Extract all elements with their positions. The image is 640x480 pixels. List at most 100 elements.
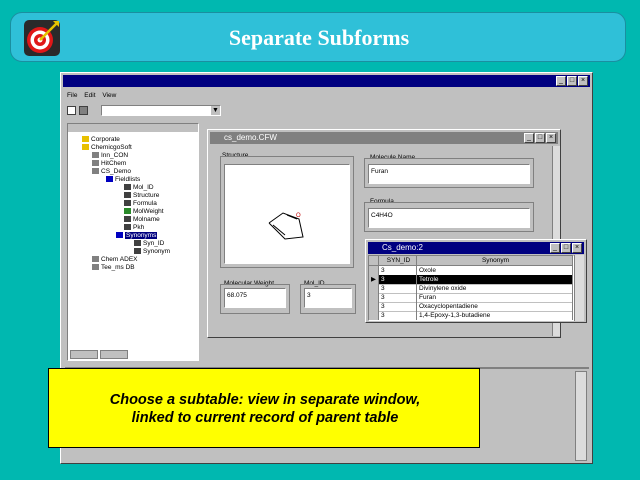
tree-item-molweight[interactable]: MolWeight: [124, 208, 164, 216]
callout-line-2: linked to current record of parent table: [131, 410, 399, 426]
title-banner: Separate Subforms: [10, 12, 626, 62]
tree-item-synonyms[interactable]: Synonyms: [116, 232, 158, 240]
field-icon: [124, 224, 131, 231]
tree-pane: Corporate ChemicgoSoft Inn_CON HitChem C…: [67, 123, 199, 361]
tree-tab-1[interactable]: [70, 350, 98, 359]
cell-syn-id[interactable]: 3: [379, 302, 417, 311]
tree-item-tee-ms-db[interactable]: Tee_ms DB: [92, 264, 135, 272]
field-icon: [134, 248, 141, 255]
callout-box: Choose a subtable: view in separate wind…: [48, 368, 480, 448]
chevron-down-icon[interactable]: ▼: [211, 106, 220, 115]
app-titlebar: _ □ ×: [63, 75, 590, 87]
close-button[interactable]: ×: [578, 76, 588, 86]
structure-field[interactable]: O: [224, 164, 350, 264]
tree-tab-2[interactable]: [100, 350, 128, 359]
cell-synonym[interactable]: Divinylene oxide: [417, 284, 573, 293]
subtable-maximize-button[interactable]: □: [561, 243, 571, 253]
cell-synonym[interactable]: Oxole: [417, 266, 573, 275]
cell-syn-id[interactable]: 3: [379, 275, 417, 284]
field-icon: [124, 216, 131, 223]
tree-item-cs-demo[interactable]: CS_Demo: [92, 168, 131, 176]
tree-item-corporate[interactable]: Corporate: [82, 136, 120, 144]
row-selector[interactable]: [369, 284, 379, 293]
cell-synonym[interactable]: Tetrole: [417, 275, 573, 284]
molweight-field[interactable]: 68.075: [224, 288, 286, 308]
cell-syn-id[interactable]: 3: [379, 293, 417, 302]
form-maximize-button[interactable]: □: [535, 133, 545, 143]
row-selector[interactable]: [369, 302, 379, 311]
tree-item-molname[interactable]: Molname: [124, 216, 160, 224]
table-icon: [106, 176, 113, 183]
field-icon: [124, 192, 131, 199]
row-selector[interactable]: ▶: [369, 275, 379, 284]
folder-icon: [82, 144, 89, 151]
cell-syn-id[interactable]: 3: [379, 311, 417, 320]
tree-item-structure[interactable]: Structure: [124, 192, 159, 200]
cell-synonym[interactable]: 1,4-Epoxy-1,3-butadiene: [417, 311, 573, 320]
tree-item-hitchem[interactable]: HitChem: [92, 160, 126, 168]
subtable-window: Cs_demo:2 _ □ × SYN_ID Synonym 3 Oxole ▶ 3 T…: [365, 239, 587, 323]
form-close-button[interactable]: ×: [546, 133, 556, 143]
cell-synonym[interactable]: Furan: [417, 293, 573, 302]
cell-syn-id[interactable]: 3: [379, 266, 417, 275]
save-icon[interactable]: [79, 106, 88, 115]
menu-view[interactable]: View: [102, 92, 116, 99]
folder-icon: [82, 136, 89, 143]
tree-item-mol-id[interactable]: Mol_ID: [124, 184, 154, 192]
form-dropdown[interactable]: ▼: [101, 105, 221, 116]
col-header-syn-id[interactable]: SYN_ID: [379, 256, 417, 265]
tree-item-syn-id[interactable]: Syn_ID: [134, 240, 164, 248]
callout-text: Choose a subtable: view in separate wind…: [49, 391, 481, 427]
callout-line-1: Choose a subtable: view in separate wind…: [109, 392, 421, 408]
menu-edit[interactable]: Edit: [84, 92, 95, 99]
tree-item-formula[interactable]: Formula: [124, 200, 157, 208]
database-icon: [92, 264, 99, 271]
menu-bar: File Edit View: [67, 91, 116, 101]
form-minimize-button[interactable]: _: [524, 133, 534, 143]
table-row[interactable]: 3 1,4-Epoxy-1,3-butadiene: [369, 311, 573, 320]
slide-title: Separate Subforms: [228, 25, 410, 50]
menu-file[interactable]: File: [67, 92, 77, 99]
col-header-synonym[interactable]: Synonym: [417, 256, 573, 265]
vertical-scrollbar[interactable]: [575, 371, 587, 461]
cell-synonym[interactable]: Oxacyclopentadiene: [417, 302, 573, 311]
row-selector[interactable]: [369, 266, 379, 275]
subtable-scrollbar[interactable]: [574, 255, 584, 321]
database-icon: [92, 256, 99, 263]
svg-text:O: O: [296, 213, 301, 219]
minimize-button[interactable]: _: [556, 76, 566, 86]
tree-item-inn-con[interactable]: Inn_CON: [92, 152, 128, 160]
field-icon: [124, 184, 131, 191]
tree-item-pkh[interactable]: Pkh: [124, 224, 144, 232]
subtable-close-button[interactable]: ×: [572, 243, 582, 253]
toolbar: ▼: [65, 105, 225, 117]
open-icon[interactable]: [67, 106, 76, 115]
tree-item-synonym[interactable]: Synonym: [134, 248, 170, 256]
field-icon: [124, 208, 131, 215]
subtable-titlebar: Cs_demo:2 _ □ ×: [368, 242, 584, 254]
database-icon: [92, 168, 99, 175]
subtable-grid: SYN_ID Synonym 3 Oxole ▶ 3 Tetrole 3 Divinylen…: [368, 255, 574, 321]
database-icon: [92, 152, 99, 159]
row-selector-header: [369, 256, 379, 265]
maximize-button[interactable]: □: [567, 76, 577, 86]
field-icon: [134, 240, 141, 247]
formula-field[interactable]: C4H4O: [368, 208, 530, 228]
table-icon: [116, 232, 123, 239]
field-icon: [124, 200, 131, 207]
form-title: cs_demo.CFW: [224, 133, 277, 142]
tree-item-fieldlists[interactable]: Fieldlists: [106, 176, 140, 184]
row-selector[interactable]: [369, 293, 379, 302]
tree-pane-header: [68, 124, 198, 132]
row-selector[interactable]: [369, 311, 379, 320]
cell-syn-id[interactable]: 3: [379, 284, 417, 293]
furan-structure-icon: O: [268, 212, 304, 240]
molname-field[interactable]: Furan: [368, 164, 530, 184]
subtable-minimize-button[interactable]: _: [550, 243, 560, 253]
tree-item-chem-adex[interactable]: Chem ADEX: [92, 256, 138, 264]
tree-item-chemicgosoft[interactable]: ChemicgoSoft: [82, 144, 132, 152]
subtable-title: Cs_demo:2: [382, 243, 423, 252]
grid-header: SYN_ID Synonym: [369, 256, 573, 266]
molid-field[interactable]: 3: [304, 288, 352, 308]
form-titlebar: cs_demo.CFW _ □ ×: [210, 132, 558, 144]
